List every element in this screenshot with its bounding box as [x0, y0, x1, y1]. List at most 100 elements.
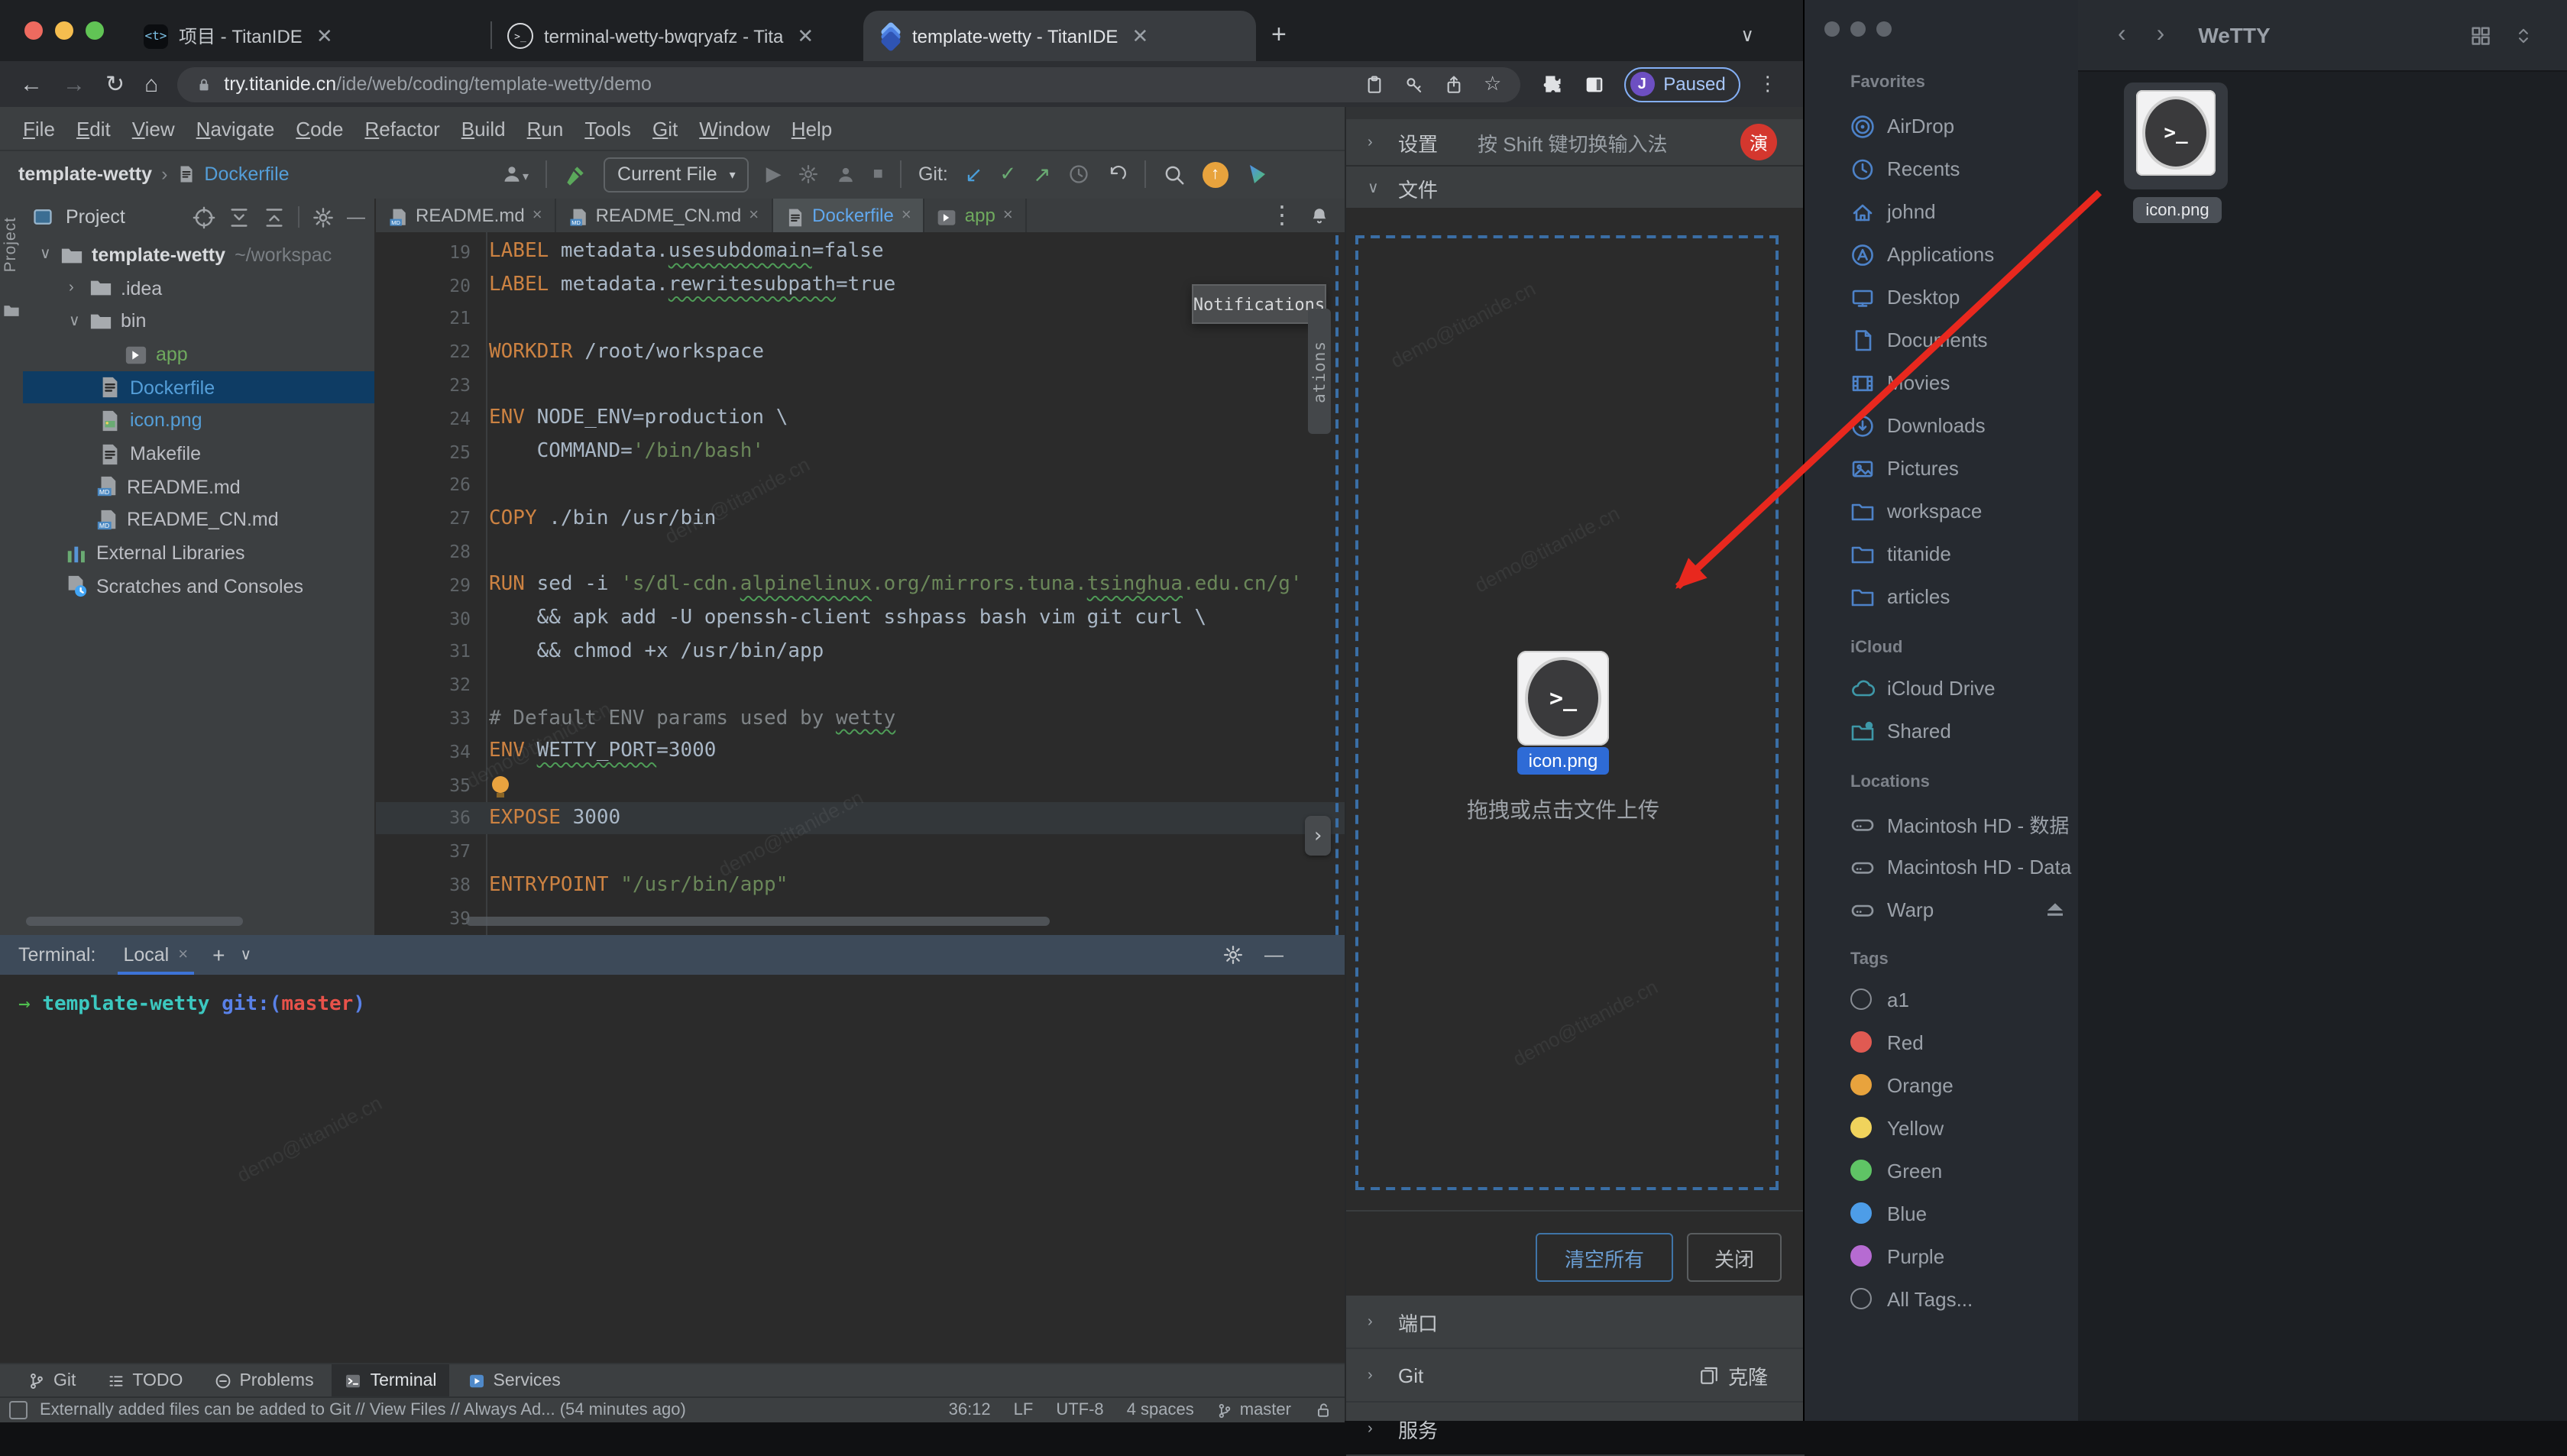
sidebar-item[interactable]: articles — [1805, 574, 2080, 617]
caret-position[interactable]: 36:12 — [949, 1401, 991, 1419]
menu-item[interactable]: Tools — [574, 117, 642, 140]
sidebar-tag-item[interactable]: Orange — [1805, 1063, 2080, 1106]
bookmark-star-icon[interactable]: ☆ — [1484, 72, 1501, 96]
menu-item[interactable]: Run — [516, 117, 575, 140]
close-tab-icon[interactable]: × — [532, 206, 542, 225]
tree-item[interactable]: README.md — [23, 471, 374, 503]
lock-icon[interactable] — [1314, 1401, 1332, 1419]
code-line[interactable]: 33# Default ENV params used by wetty — [376, 701, 1345, 735]
expand-right-chevron-icon[interactable]: › — [1305, 816, 1331, 856]
code-editor[interactable]: 19LABEL metadata.usesubdomain=false20LAB… — [376, 232, 1345, 935]
maximize-window-button[interactable] — [86, 21, 104, 40]
demo-badge[interactable]: 演 — [1740, 124, 1777, 160]
address-bar[interactable]: try.titanide.cn/ide/web/coding/template-… — [176, 66, 1520, 102]
build-hammer-icon[interactable] — [564, 163, 587, 186]
tool-stripe-project[interactable]: Project — [2, 217, 20, 272]
editor-hscrollbar[interactable] — [466, 917, 1050, 926]
sidebar-item[interactable]: Macintosh HD - 数据 — [1805, 802, 2080, 845]
share-icon[interactable] — [1444, 74, 1464, 94]
sidebar-item[interactable]: AirDrop — [1805, 104, 2080, 147]
run-configuration-select[interactable]: Current File▾ — [604, 157, 749, 192]
ide-features-icon[interactable] — [1245, 162, 1270, 186]
close-button[interactable]: 关闭 — [1687, 1233, 1782, 1282]
clipboard-icon[interactable] — [1364, 74, 1384, 94]
icon-png-file[interactable]: >_ — [2136, 90, 2216, 176]
breadcrumb-project[interactable]: template-wetty — [18, 163, 152, 185]
close-tab-icon[interactable]: ✕ — [316, 24, 333, 48]
encoding[interactable]: UTF-8 — [1056, 1401, 1103, 1419]
code-line[interactable]: 38ENTRYPOINT "/usr/bin/app" — [376, 868, 1345, 901]
git-section[interactable]: › Git 克隆 — [1346, 1349, 1805, 1403]
profile-button[interactable]: J Paused — [1623, 66, 1740, 102]
notifications-bell-icon[interactable] — [1309, 205, 1329, 225]
home-icon[interactable]: ⌂ — [144, 71, 158, 97]
sidebar-item[interactable]: Shared — [1805, 709, 2080, 752]
close-tab-icon[interactable]: ✕ — [797, 24, 814, 48]
tool-window-tab[interactable]: Terminal — [332, 1364, 449, 1398]
sidebar-item[interactable]: Downloads — [1805, 403, 2080, 446]
code-line[interactable]: 29RUN sed -i 's/dl-cdn.alpinelinux.org/m… — [376, 568, 1345, 602]
sidebar-tag-item[interactable]: All Tags... — [1805, 1277, 2080, 1320]
sidebar-tag-item[interactable]: Yellow — [1805, 1106, 2080, 1149]
sidebar-item[interactable]: Recents — [1805, 147, 2080, 189]
editor-tab[interactable]: README.md × — [376, 199, 556, 232]
user-icon[interactable]: ▾ — [501, 163, 529, 185]
indent-size[interactable]: 4 spaces — [1127, 1401, 1194, 1419]
menu-item[interactable]: Help — [781, 117, 843, 140]
breadcrumb-file[interactable]: Dockerfile — [204, 163, 289, 185]
menu-item[interactable]: Refactor — [354, 117, 450, 140]
tree-item[interactable]: ∨ template-wetty ~/workspac — [23, 238, 374, 271]
status-message[interactable]: Externally added files can be added to G… — [40, 1401, 686, 1419]
sidebar-item[interactable]: workspace — [1805, 489, 2080, 532]
stop-icon[interactable]: ■ — [873, 165, 883, 183]
code-line[interactable]: 24ENV NODE_ENV=production \ — [376, 402, 1345, 435]
sidebar-item[interactable]: Documents — [1805, 318, 2080, 361]
folder-icon[interactable] — [3, 303, 20, 319]
minimize-panel-icon[interactable]: — — [1264, 944, 1284, 966]
tree-item[interactable]: app — [23, 338, 374, 370]
code-line[interactable]: 35 — [376, 768, 1345, 802]
layout-icon[interactable] — [9, 1401, 28, 1419]
uploaded-file-thumbnail[interactable]: >_ — [1517, 651, 1609, 746]
finder-forward-icon[interactable]: › — [2157, 21, 2165, 49]
upload-updates-icon[interactable]: ↑ — [1203, 161, 1228, 187]
git-update-icon[interactable]: ↙ — [965, 161, 982, 187]
window-controls[interactable] — [24, 21, 104, 40]
code-line[interactable]: 31 && chmod +x /usr/bin/app — [376, 635, 1345, 668]
gear-icon[interactable] — [312, 205, 335, 228]
settings-section[interactable]: › 设置 按 Shift 键切换输入法 演 — [1346, 119, 1805, 167]
sidebar-item[interactable]: Applications — [1805, 232, 2080, 275]
history-clock-icon[interactable] — [1068, 163, 1089, 185]
rollback-icon[interactable] — [1106, 163, 1128, 185]
browser-tab-project[interactable]: <t> 项目 - TitanIDE ✕ — [128, 11, 490, 61]
project-panel-title[interactable]: Project — [66, 206, 125, 228]
extensions-puzzle-icon[interactable] — [1541, 73, 1562, 95]
minimize-window-button[interactable] — [55, 21, 73, 40]
reload-icon[interactable]: ↻ — [105, 70, 125, 98]
new-terminal-icon[interactable]: + — [212, 943, 225, 967]
menu-item[interactable]: Git — [642, 117, 688, 140]
clear-all-button[interactable]: 清空所有 — [1536, 1233, 1673, 1282]
menu-item[interactable]: Window — [688, 117, 781, 140]
terminal-prompt[interactable]: → template-wetty git:(master) — [18, 993, 365, 1016]
code-line[interactable]: 23 — [376, 368, 1345, 402]
uploaded-file-name[interactable]: icon.png — [1517, 747, 1609, 775]
sidebar-item[interactable]: Warp — [1805, 888, 2080, 930]
collapse-all-icon[interactable] — [263, 205, 286, 228]
code-line[interactable]: 28 — [376, 535, 1345, 568]
tree-item[interactable]: Scratches and Consoles — [23, 570, 374, 603]
menu-item[interactable]: Navigate — [186, 117, 286, 140]
sidebar-tag-item[interactable]: a1 — [1805, 978, 2080, 1021]
menu-item[interactable]: Code — [285, 117, 354, 140]
close-window-button[interactable] — [24, 21, 43, 40]
browser-menu-icon[interactable]: ⋮ — [1758, 72, 1778, 96]
sidebar-item[interactable]: titanide — [1805, 532, 2080, 574]
sidebar-tag-item[interactable]: Green — [1805, 1149, 2080, 1192]
services-section[interactable]: › 服务 — [1346, 1403, 1805, 1456]
menu-item[interactable]: File — [12, 117, 66, 140]
sort-chevrons-icon[interactable] — [2514, 25, 2533, 45]
tree-item[interactable]: ∨ bin — [23, 305, 374, 338]
code-line[interactable]: 32 — [376, 668, 1345, 702]
tree-chevron-icon[interactable]: ∨ — [69, 312, 89, 329]
menu-item[interactable]: Edit — [66, 117, 121, 140]
